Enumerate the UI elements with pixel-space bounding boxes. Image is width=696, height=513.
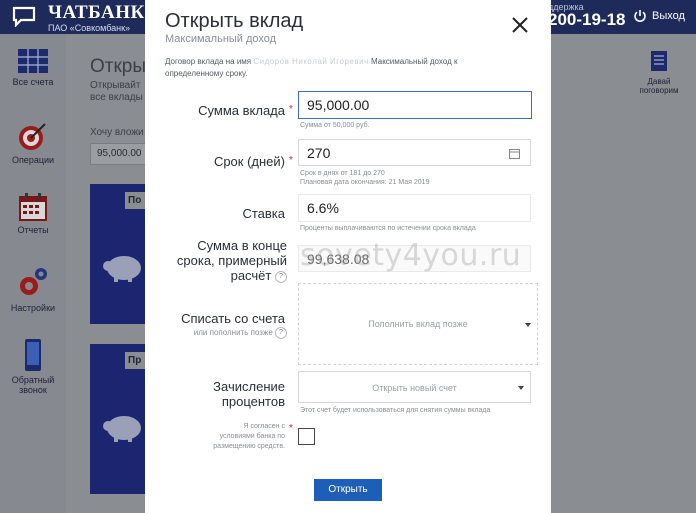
sidebar-item-label: Операции <box>11 155 55 165</box>
interest-account-select[interactable]: Открыть новый счет <box>298 371 531 403</box>
piggy-bank-icon <box>103 416 141 442</box>
logo-subtitle: ПАО «Совкомбанк» <box>48 23 131 33</box>
term-end-date: Плановая дата окончания: 21 Мая 2019 <box>300 179 430 186</box>
rate-value: 6.6% <box>307 200 339 216</box>
term-input[interactable]: 270 <box>298 139 531 166</box>
sidebar-item-label: Все счета <box>12 77 54 87</box>
required-marker: * <box>289 104 293 115</box>
sidebar: Все счета Операции Отчеты Настройки Обра… <box>0 34 66 513</box>
background-amount-label: Хочу вложи <box>90 127 144 138</box>
total-label: Сумма в конце срока, примерный расчёт ? <box>165 238 287 283</box>
interest-label-line: процентов <box>221 394 285 409</box>
amount-label: Сумма вклада <box>198 103 285 118</box>
sidebar-item-label: Обратный звонок <box>11 375 55 395</box>
background-amount-input[interactable]: 95,000.00 <box>90 143 152 165</box>
agreement-checkbox[interactable] <box>298 428 315 445</box>
contract-description: Договор вклада на имя Сидоров Николай Иг… <box>165 56 495 80</box>
interest-label: Зачисление процентов <box>165 379 285 409</box>
term-hint: Срок в днях от 181 до 270 <box>300 170 385 177</box>
agreement-line: размещению средств. <box>213 443 285 450</box>
chat-logo-icon <box>12 6 36 27</box>
agreement-label: Я согласен с условиями банка по размещен… <box>185 422 285 452</box>
sidebar-item-label: Отчеты <box>17 225 49 235</box>
background-subtitle-line: Открывайт <box>90 80 141 91</box>
talk-to-us-label[interactable]: Давай поговорим <box>630 77 688 95</box>
sidebar-item-label: Настройки <box>10 303 56 313</box>
sidebar-item-callback[interactable]: Обратный звонок <box>0 338 66 395</box>
amount-hint: Сумма от 50,000 руб. <box>300 122 370 129</box>
calendar-icon <box>19 193 47 221</box>
term-label: Срок (дней) <box>213 154 285 169</box>
calendar-picker-icon[interactable] <box>509 148 520 159</box>
interest-label-line: Зачисление <box>213 379 285 394</box>
client-name-blurred: Сидоров Николай Игоревич <box>253 57 369 66</box>
total-label-line: Сумма в конце <box>197 238 287 253</box>
debit-account-sublabel[interactable]: или пополнить позже ? <box>165 325 287 340</box>
watermark: sovety4you.ru <box>300 238 522 273</box>
agreement-line: условиями банка по <box>219 433 285 440</box>
chevron-down-icon <box>525 323 531 327</box>
debit-account-select[interactable]: Пополнить вклад позже <box>298 283 538 365</box>
chevron-down-icon <box>518 386 524 390</box>
top-up-later-link[interactable]: или пополнить позже <box>194 328 273 337</box>
logout-button[interactable]: Выход <box>652 10 685 22</box>
gears-icon <box>20 268 47 295</box>
logo-title: ЧАТБАНК <box>48 2 145 23</box>
interest-hint: Этот счет будет использоваться для сняти… <box>300 407 491 414</box>
contract-prefix: Договор вклада на имя <box>165 57 252 66</box>
help-icon[interactable]: ? <box>275 326 287 339</box>
rate-field: 6.6% <box>298 194 531 222</box>
term-value: 270 <box>307 145 331 161</box>
agreement-line: Я согласен с <box>243 423 285 430</box>
target-icon <box>19 123 46 150</box>
sidebar-item-reports[interactable]: Отчеты <box>0 192 66 235</box>
debit-account-placeholder: Пополнить вклад позже <box>368 319 468 329</box>
sidebar-item-operations[interactable]: Операции <box>0 122 66 165</box>
bank-logo[interactable]: ЧАТБАНК ПАО «Совкомбанк» <box>48 2 145 34</box>
rate-hint: Проценты выплачиваются по истечении срок… <box>300 225 476 232</box>
total-label-line: расчёт ? <box>165 268 287 283</box>
background-page-subtitle: Открывайт все вклады <box>90 80 150 104</box>
debit-account-label: Списать со счета <box>181 311 285 326</box>
phone-icon <box>25 339 41 371</box>
total-label-line: расчёт <box>230 268 272 283</box>
help-icon[interactable]: ? <box>275 270 287 283</box>
total-label-line: срока, примерный <box>176 253 287 268</box>
required-marker: * <box>289 155 293 166</box>
rate-label: Ставка <box>242 206 285 221</box>
background-subtitle-line: все вклады <box>90 92 143 103</box>
piggy-bank-icon <box>103 256 141 282</box>
interest-account-placeholder: Открыть новый счет <box>372 383 457 393</box>
sidebar-item-accounts[interactable]: Все счета <box>0 48 66 87</box>
dialog-subtitle: Максимальный доход <box>165 33 277 45</box>
grid-table-icon <box>18 49 48 73</box>
required-marker: * <box>289 423 293 434</box>
sidebar-item-settings[interactable]: Настройки <box>0 266 66 313</box>
power-icon[interactable] <box>633 9 647 23</box>
open-deposit-button[interactable]: Открыть <box>314 479 382 501</box>
document-icon[interactable] <box>650 50 668 72</box>
amount-value: 95,000.00 <box>307 97 370 113</box>
close-icon[interactable] <box>509 14 531 36</box>
amount-input[interactable]: 95,000.00 <box>298 91 532 119</box>
support-phone: 200-19-18 <box>548 10 626 29</box>
dialog-title: Открыть вклад <box>165 10 304 32</box>
